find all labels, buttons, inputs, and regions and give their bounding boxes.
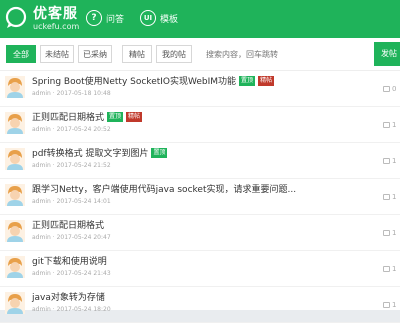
nav-link-qa[interactable]: ? 问答 <box>86 10 124 26</box>
post-author[interactable]: admin <box>32 90 51 97</box>
post-author[interactable]: admin <box>32 198 51 205</box>
tab-featured[interactable]: 精帖 <box>122 45 152 63</box>
comment-count: 0 <box>383 85 396 93</box>
comment-icon <box>383 230 390 236</box>
post-title-text[interactable]: 跟学习Netty，客户端使用代码java socket实现，请求重要问题... <box>32 182 296 195</box>
comment-count: 1 <box>383 193 396 201</box>
comment-count: 1 <box>383 265 396 273</box>
post-title[interactable]: 跟学习Netty，客户端使用代码java socket实现，请求重要问题... <box>32 182 296 195</box>
post-title[interactable]: Spring Boot使用Netty SocketIO实现WebIM功能 置顶精… <box>32 74 275 87</box>
post-time: 2017-05-24 20:47 <box>56 234 111 241</box>
post-title[interactable]: 正则匹配日期格式 置顶 精帖 <box>32 110 143 123</box>
comment-count-value: 1 <box>392 193 397 201</box>
post-title-text[interactable]: git下载和使用说明 <box>32 254 107 267</box>
avatar-icon[interactable] <box>5 220 25 242</box>
comment-icon <box>383 266 390 272</box>
new-post-button[interactable]: 发帖 <box>374 42 400 66</box>
post-time: 2017-05-24 14:01 <box>56 198 111 205</box>
comment-count-value: 1 <box>392 157 397 165</box>
nav-link-label: 模板 <box>160 14 179 25</box>
search-input[interactable] <box>202 45 350 63</box>
post-list-card: 全部 未结帖 已采纳 精帖 我的帖 发帖 Spring Boot使用Netty … <box>0 38 400 323</box>
comment-icon <box>383 122 390 128</box>
avatar-icon[interactable] <box>5 76 25 98</box>
tab-unresolved[interactable]: 未结帖 <box>40 45 74 63</box>
post-row[interactable]: java对象转为存储 admin · 2017-05-24 18:20 1 <box>0 286 400 323</box>
tab-accepted[interactable]: 已采纳 <box>78 45 112 63</box>
avatar-icon[interactable] <box>5 112 25 134</box>
pinned-badge: 置顶 <box>151 147 168 158</box>
top-navbar: 优客服 uckefu.com ? 问答 UI 模板 <box>0 0 400 38</box>
comment-count-value: 1 <box>392 121 397 129</box>
post-title-text[interactable]: 正则匹配日期格式 <box>32 218 104 231</box>
avatar-icon[interactable] <box>5 292 25 314</box>
brand-url: uckefu.com <box>33 22 80 31</box>
avatar-icon[interactable] <box>5 148 25 170</box>
post-author[interactable]: admin <box>32 126 51 133</box>
comment-count-value: 1 <box>392 301 397 309</box>
comment-icon <box>383 194 390 200</box>
comment-count-value: 0 <box>392 85 397 93</box>
post-meta: admin · 2017-05-24 21:52 <box>32 162 111 169</box>
post-row[interactable]: 正则匹配日期格式 admin · 2017-05-24 20:47 1 <box>0 214 400 251</box>
nav-link-templates[interactable]: UI 模板 <box>140 10 178 26</box>
comment-count: 1 <box>383 157 396 165</box>
post-row[interactable]: Spring Boot使用Netty SocketIO实现WebIM功能 置顶精… <box>0 70 400 107</box>
featured-badge: 精帖 <box>126 111 143 122</box>
post-title-text[interactable]: 正则匹配日期格式 <box>32 110 104 123</box>
comment-icon <box>383 86 390 92</box>
comment-icon <box>383 158 390 164</box>
post-author[interactable]: admin <box>32 162 51 169</box>
comment-count-value: 1 <box>392 229 397 237</box>
comment-count: 1 <box>383 301 396 309</box>
tab-all[interactable]: 全部 <box>6 45 36 63</box>
post-author[interactable]: admin <box>32 270 51 277</box>
post-time: 2017-05-24 21:52 <box>56 162 111 169</box>
post-meta: admin · 2017-05-24 21:43 <box>32 270 111 277</box>
post-title-text[interactable]: java对象转为存储 <box>32 290 105 303</box>
comment-count: 1 <box>383 121 396 129</box>
post-author[interactable]: admin <box>32 234 51 241</box>
post-row[interactable]: git下载和使用说明 admin · 2017-05-24 21:43 1 <box>0 250 400 287</box>
ui-badge-icon: UI <box>140 10 156 26</box>
post-title[interactable]: 正则匹配日期格式 <box>32 218 104 231</box>
post-title-text[interactable]: Spring Boot使用Netty SocketIO实现WebIM功能 <box>32 74 236 87</box>
post-title-text[interactable]: pdf转换格式 提取文字到图片 <box>32 146 148 159</box>
filter-bar: 全部 未结帖 已采纳 精帖 我的帖 发帖 <box>0 38 400 71</box>
post-time: 2017-05-24 21:43 <box>56 270 111 277</box>
avatar-icon[interactable] <box>5 256 25 278</box>
avatar-icon[interactable] <box>5 184 25 206</box>
pinned-badge: 置顶 <box>239 75 256 86</box>
post-time: 2017-05-18 10:48 <box>56 90 111 97</box>
post-row[interactable]: 跟学习Netty，客户端使用代码java socket实现，请求重要问题... … <box>0 178 400 215</box>
nav-link-label: 问答 <box>106 14 125 25</box>
chat-bubble-logo-icon[interactable] <box>4 6 28 30</box>
comment-icon <box>383 302 390 308</box>
featured-badge: 精帖 <box>258 75 275 86</box>
post-title[interactable]: git下载和使用说明 <box>32 254 107 267</box>
post-meta: admin · 2017-05-24 14:01 <box>32 198 111 205</box>
tab-mine[interactable]: 我的帖 <box>156 45 192 63</box>
post-time: 2017-05-24 20:52 <box>56 126 111 133</box>
post-title[interactable]: java对象转为存储 <box>32 290 105 303</box>
question-circle-icon: ? <box>86 10 102 26</box>
post-title[interactable]: pdf转换格式 提取文字到图片 置顶 <box>32 146 168 159</box>
post-meta: admin · 2017-05-24 20:47 <box>32 234 111 241</box>
post-row[interactable]: 正则匹配日期格式 置顶 精帖 admin · 2017-05-24 20:52 1 <box>0 106 400 143</box>
comment-count-value: 1 <box>392 265 397 273</box>
brand-name[interactable]: 优客服 <box>33 3 78 23</box>
pinned-badge: 置顶 <box>107 111 124 122</box>
post-meta: admin · 2017-05-18 10:48 <box>32 90 111 97</box>
post-row[interactable]: pdf转换格式 提取文字到图片 置顶 admin · 2017-05-24 21… <box>0 142 400 179</box>
post-meta: admin · 2017-05-24 20:52 <box>32 126 111 133</box>
comment-count: 1 <box>383 229 396 237</box>
